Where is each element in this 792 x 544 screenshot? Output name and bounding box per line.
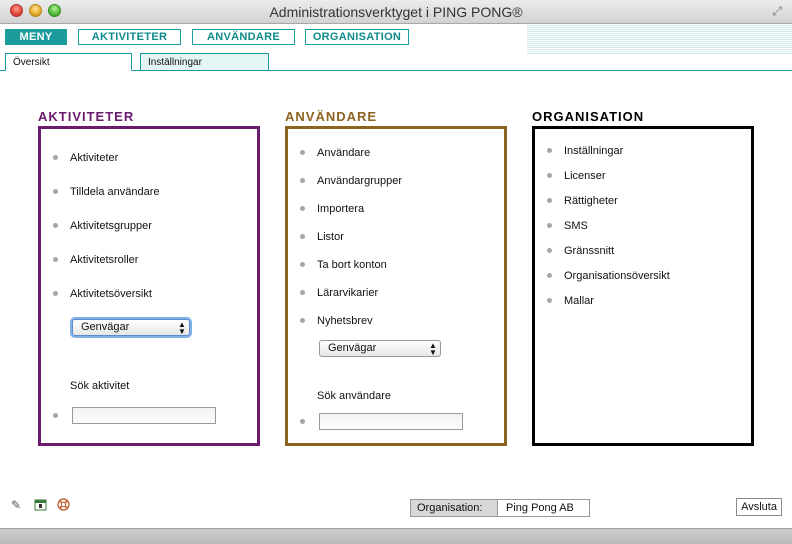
bullet-icon: [547, 273, 552, 278]
window-titlebar: Administrationsverktyget i PING PONG® ⤢: [0, 0, 792, 24]
link-granssnitt[interactable]: Gränssnitt: [564, 245, 614, 257]
fullscreen-icon[interactable]: ⤢: [770, 4, 784, 18]
link-mallar[interactable]: Mallar: [564, 295, 594, 307]
window-title: Administrationsverktyget i PING PONG®: [269, 4, 523, 20]
link-organisationsoversikt[interactable]: Organisationsöversikt: [564, 270, 670, 282]
link-importera[interactable]: Importera: [317, 203, 364, 215]
link-tilldela-anvandare[interactable]: Tilldela användare: [70, 186, 159, 198]
link-aktivitetsoversikt[interactable]: Aktivitetsöversikt: [70, 288, 152, 300]
aktiviteter-heading: AKTIVITETER: [38, 109, 135, 124]
select-value: Genvägar: [328, 342, 377, 354]
link-aktivitetsroller[interactable]: Aktivitetsroller: [70, 254, 138, 266]
select-value: Genvägar: [81, 321, 130, 333]
search-user-input[interactable]: [319, 413, 463, 430]
decorative-stripes: [527, 24, 792, 54]
lifebuoy-icon[interactable]: [56, 498, 70, 512]
tab-installningar[interactable]: Inställningar: [140, 53, 269, 71]
organisation-indicator: Organisation: Ping Pong AB: [410, 499, 590, 517]
bullet-icon: [547, 173, 552, 178]
bullet-icon: [300, 234, 305, 239]
anvandare-heading: ANVÄNDARE: [285, 109, 378, 124]
calendar-icon[interactable]: [33, 498, 47, 512]
link-lararvikarier[interactable]: Lärarvikarier: [317, 287, 378, 299]
link-aktiviteter[interactable]: Aktiviteter: [70, 152, 118, 164]
search-activity-input[interactable]: [72, 407, 216, 424]
bullet-icon: [300, 178, 305, 183]
bullet-icon: [53, 223, 58, 228]
bullet-icon: [300, 419, 305, 424]
bullet-icon: [53, 413, 58, 418]
bullet-icon: [300, 318, 305, 323]
updown-arrows-icon: ▲ ▼: [429, 341, 437, 357]
menu-button-aktiviteter[interactable]: AKTIVITETER: [78, 29, 181, 45]
search-activity-label: Sök aktivitet: [70, 380, 130, 392]
link-nyhetsbrev[interactable]: Nyhetsbrev: [317, 315, 373, 327]
pencil-icon[interactable]: ✎: [9, 498, 23, 512]
link-sms[interactable]: SMS: [564, 220, 588, 232]
link-licenser[interactable]: Licenser: [564, 170, 606, 182]
bullet-icon: [547, 223, 552, 228]
menu-button-meny[interactable]: MENY: [5, 29, 67, 45]
bullet-icon: [300, 206, 305, 211]
aktiviteter-shortcut-select[interactable]: Genvägar ▲ ▼: [72, 319, 190, 336]
bullet-icon: [547, 298, 552, 303]
organisation-heading: ORGANISATION: [532, 109, 645, 124]
window-bottom-bar: [0, 528, 792, 544]
link-anvandare[interactable]: Användare: [317, 147, 370, 159]
updown-arrows-icon: ▲ ▼: [178, 320, 186, 336]
bullet-icon: [300, 290, 305, 295]
bullet-icon: [300, 262, 305, 267]
link-anvandargrupper[interactable]: Användargrupper: [317, 175, 402, 187]
aktiviteter-panel: [38, 126, 260, 446]
bullet-icon: [53, 189, 58, 194]
bullet-icon: [547, 148, 552, 153]
bullet-icon: [300, 150, 305, 155]
link-listor[interactable]: Listor: [317, 231, 344, 243]
quit-button[interactable]: Avsluta: [736, 498, 782, 516]
bullet-icon: [547, 198, 552, 203]
bullet-icon: [547, 248, 552, 253]
bullet-icon: [53, 155, 58, 160]
anvandare-shortcut-select[interactable]: Genvägar ▲ ▼: [319, 340, 441, 357]
menu-button-anvandare[interactable]: ANVÄNDARE: [192, 29, 295, 45]
menu-button-organisation[interactable]: ORGANISATION: [305, 29, 409, 45]
tab-oversikt[interactable]: Översikt: [5, 53, 132, 71]
link-rattigheter[interactable]: Rättigheter: [564, 195, 618, 207]
organisation-value: Ping Pong AB: [498, 500, 589, 516]
bullet-icon: [53, 257, 58, 262]
link-installningar[interactable]: Inställningar: [564, 145, 623, 157]
search-user-label: Sök användare: [317, 390, 391, 402]
link-ta-bort-konton[interactable]: Ta bort konton: [317, 259, 387, 271]
organisation-label: Organisation:: [411, 500, 498, 516]
bullet-icon: [53, 291, 58, 296]
link-aktivitetsgrupper[interactable]: Aktivitetsgrupper: [70, 220, 152, 232]
